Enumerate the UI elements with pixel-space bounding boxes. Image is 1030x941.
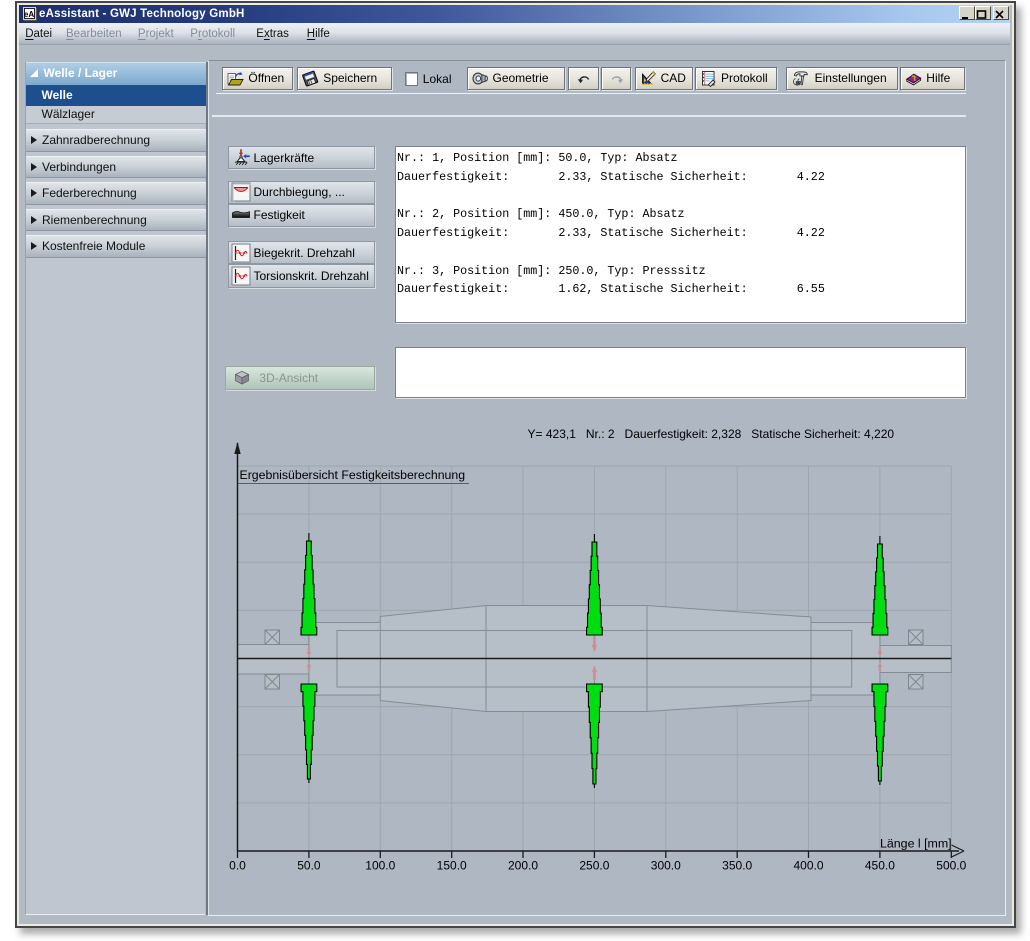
- svg-text:Ergebnisübersicht Festigkeitsb: Ergebnisübersicht Festigkeitsberechnung: [239, 468, 465, 482]
- svg-text:400.0: 400.0: [793, 858, 823, 872]
- svg-text:50.0: 50.0: [297, 858, 321, 872]
- svg-text:300.0: 300.0: [650, 858, 680, 872]
- svg-text:500.0: 500.0: [936, 858, 966, 872]
- svg-text:150.0: 150.0: [436, 858, 466, 872]
- svg-text:Länge l [mm]: Länge l [mm]: [880, 836, 952, 850]
- svg-text:250.0: 250.0: [579, 858, 609, 872]
- svg-text:200.0: 200.0: [507, 858, 537, 872]
- svg-text:350.0: 350.0: [722, 858, 752, 872]
- svg-text:0.0: 0.0: [229, 858, 246, 872]
- svg-text:100.0: 100.0: [365, 858, 395, 872]
- svg-text:450.0: 450.0: [864, 858, 894, 872]
